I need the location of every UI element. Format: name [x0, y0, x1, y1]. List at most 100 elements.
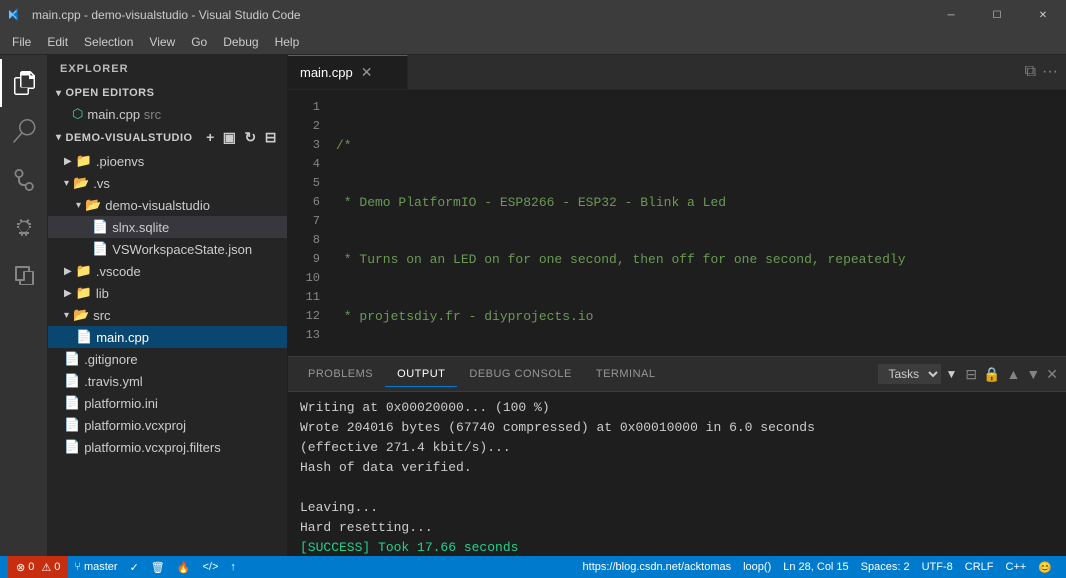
demo-visualstudio-folder[interactable]: ▾ 📂 demo-visualstudio [48, 194, 287, 216]
scroll-down-icon[interactable]: ▼ [1026, 366, 1040, 382]
panel: PROBLEMS OUTPUT DEBUG CONSOLE TERMINAL T… [288, 356, 1066, 556]
platformio-ini-file[interactable]: 📄 platformio.ini [48, 392, 287, 414]
close-panel-icon[interactable]: ✕ [1046, 366, 1058, 383]
spaces-item[interactable]: Spaces: 2 [855, 556, 916, 578]
status-right: https://blog.csdn.net/acktomas loop() Ln… [577, 556, 1058, 578]
project-section[interactable]: ▾ DEMO-VISUALSTUDIO + ▣ ↻ ⊟ [48, 125, 287, 150]
lock-output-icon[interactable]: 🔒 [983, 366, 1000, 383]
feedback-icon-item[interactable]: 😊 [1032, 556, 1058, 578]
slnx-sqlite-file[interactable]: 📄 slnx.sqlite [48, 216, 287, 238]
refresh-icon[interactable]: ↻ [243, 129, 259, 146]
git-branch[interactable]: ⑂ master [68, 556, 123, 578]
close-button[interactable]: ✕ [1020, 0, 1066, 30]
folder-name: lib [96, 286, 109, 301]
line-ending-item[interactable]: CRLF [959, 556, 1000, 578]
file-icon: 📄 [64, 351, 80, 367]
platformio-filters-file[interactable]: 📄 platformio.vcxproj.filters [48, 436, 287, 458]
vs-folder[interactable]: ▾ 📂 .vs [48, 172, 287, 194]
spaces-text: Spaces: 2 [861, 561, 910, 573]
code-item[interactable]: </> [196, 556, 224, 578]
problems-tab[interactable]: PROBLEMS [296, 362, 385, 386]
editor-area: main.cpp ✕ ⧉ ··· 1 2 3 4 5 6 7 8 [288, 55, 1066, 556]
code-editor[interactable]: 1 2 3 4 5 6 7 8 9 10 11 12 13 /* * Demo … [288, 90, 1066, 356]
file-name: .gitignore [84, 352, 137, 367]
file-icon: 📄 [92, 241, 108, 257]
panel-actions: ⊟ 🔒 ▲ ▼ ✕ [965, 366, 1058, 383]
new-folder-icon[interactable]: ▣ [221, 129, 239, 146]
menu-file[interactable]: File [4, 33, 39, 51]
pioenvs-folder[interactable]: ▶ 📁 .pioenvs [48, 150, 287, 172]
panel-task-select: Tasks ▼ [878, 364, 957, 384]
folder-icon: 📁 [76, 285, 92, 301]
code-icon: </> [202, 561, 218, 573]
language-item[interactable]: C++ [1000, 556, 1033, 578]
folder-name: .vscode [96, 264, 141, 279]
maximize-button[interactable]: ☐ [974, 0, 1020, 30]
more-actions-icon[interactable]: ··· [1042, 63, 1058, 81]
menu-debug[interactable]: Debug [215, 33, 266, 51]
file-icon: 📄 [64, 373, 80, 389]
output-tab[interactable]: OUTPUT [385, 362, 457, 387]
open-editors-arrow: ▾ [56, 88, 62, 99]
extensions-activity-icon[interactable] [0, 251, 48, 299]
main-cpp-file[interactable]: 📄 main.cpp [48, 326, 287, 348]
vscode-folder[interactable]: ▶ 📁 .vscode [48, 260, 287, 282]
menu-edit[interactable]: Edit [39, 33, 76, 51]
status-bar: ⊗ 0 ⚠ 0 ⑂ master ✓ 🗑 🔥 </> ↑ https://blo… [0, 556, 1066, 578]
src-folder[interactable]: ▾ 📂 src [48, 304, 287, 326]
vscode-icon [8, 7, 24, 23]
title-bar: main.cpp - demo-visualstudio - Visual St… [0, 0, 1066, 30]
error-count[interactable]: ⊗ 0 ⚠ 0 [8, 556, 68, 578]
output-line: Hash of data verified. [300, 458, 1054, 478]
url-item[interactable]: https://blog.csdn.net/acktomas [577, 556, 738, 578]
terminal-tab[interactable]: TERMINAL [584, 362, 668, 386]
file-icon: 📄 [92, 219, 108, 235]
sidebar-header: EXPLORER [48, 55, 287, 83]
task-dropdown[interactable]: Tasks [878, 364, 941, 384]
position-item[interactable]: Ln 28, Col 15 [777, 556, 854, 578]
search-activity-icon[interactable] [0, 107, 48, 155]
branch-item[interactable]: loop() [737, 556, 777, 578]
scroll-up-icon[interactable]: ▲ [1007, 366, 1021, 382]
debug-activity-icon[interactable] [0, 203, 48, 251]
debug-console-tab[interactable]: DEBUG CONSOLE [457, 362, 583, 386]
split-editor-icon[interactable]: ⧉ [1025, 63, 1036, 81]
platformio-vcxproj-file[interactable]: 📄 platformio.vcxproj [48, 414, 287, 436]
trash-item[interactable]: 🗑 [145, 556, 171, 578]
code-content: /* * Demo PlatformIO - ESP8266 - ESP32 -… [328, 90, 1066, 356]
file-name: VSWorkspaceState.json [112, 242, 252, 257]
travis-file[interactable]: 📄 .travis.yml [48, 370, 287, 392]
folder-name: src [93, 308, 110, 323]
upload-icon: ↑ [230, 561, 236, 573]
source-control-activity-icon[interactable] [0, 155, 48, 203]
folder-name: .vs [93, 176, 110, 191]
vsworkspacestate-file[interactable]: 📄 VSWorkspaceState.json [48, 238, 287, 260]
menu-bar: File Edit Selection View Go Debug Help [0, 30, 1066, 55]
collapse-icon[interactable]: ⊟ [263, 129, 279, 146]
folder-icon: 📂 [85, 197, 101, 213]
folder-arrow: ▾ [64, 178, 69, 189]
menu-selection[interactable]: Selection [76, 33, 141, 51]
section-actions: + ▣ ↻ ⊟ [204, 129, 279, 146]
file-icon: ⬡ [72, 106, 83, 122]
new-file-icon[interactable]: + [204, 129, 217, 146]
upload-item[interactable]: ↑ [224, 556, 242, 578]
menu-help[interactable]: Help [267, 33, 308, 51]
minimize-button[interactable]: ─ [928, 0, 974, 30]
open-editor-main-cpp[interactable]: ⬡ main.cpp src [48, 103, 287, 125]
fire-item[interactable]: 🔥 [171, 556, 197, 578]
menu-view[interactable]: View [141, 33, 183, 51]
window-controls: ─ ☐ ✕ [928, 0, 1066, 30]
explorer-activity-icon[interactable] [0, 59, 48, 107]
menu-go[interactable]: Go [183, 33, 215, 51]
open-editors-section[interactable]: ▾ OPEN EDITORS [48, 83, 287, 103]
task-dropdown-arrow[interactable]: ▼ [945, 367, 957, 381]
clear-output-icon[interactable]: ⊟ [965, 366, 977, 383]
lib-folder[interactable]: ▶ 📁 lib [48, 282, 287, 304]
gitignore-file[interactable]: 📄 .gitignore [48, 348, 287, 370]
sync-icon-item[interactable]: ✓ [124, 556, 145, 578]
main-cpp-tab[interactable]: main.cpp ✕ [288, 55, 408, 89]
tab-close-button[interactable]: ✕ [361, 64, 373, 81]
line-ending-text: CRLF [965, 561, 994, 573]
encoding-item[interactable]: UTF-8 [916, 556, 959, 578]
